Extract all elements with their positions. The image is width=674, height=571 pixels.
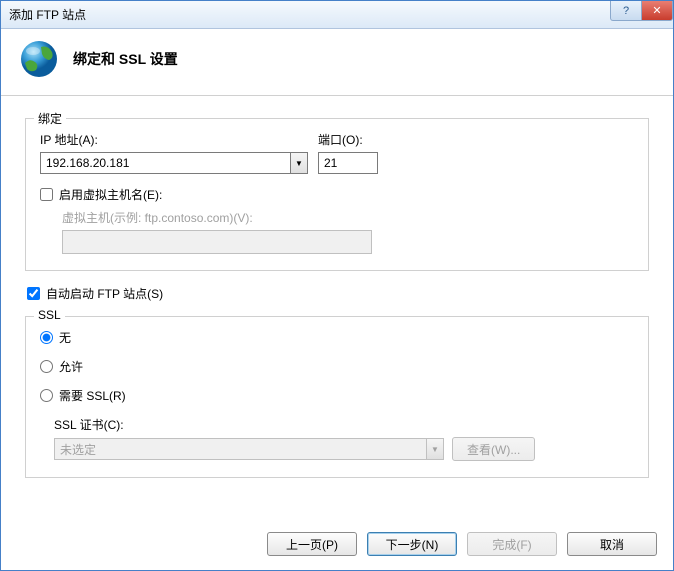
- ssl-fieldset: SSL 无 允许 需要 SSL(R) SSL 证书(C): ▼: [25, 316, 649, 478]
- vhost-label: 虚拟主机(示例: ftp.contoso.com)(V):: [62, 209, 634, 226]
- port-input[interactable]: [318, 152, 378, 174]
- help-icon: ?: [623, 5, 629, 17]
- finish-button: 完成(F): [467, 532, 557, 556]
- close-button[interactable]: ✕: [641, 1, 673, 21]
- ssl-cert-combo: ▼: [54, 438, 444, 460]
- ssl-legend: SSL: [34, 308, 65, 322]
- ip-label: IP 地址(A):: [40, 131, 308, 148]
- view-cert-button: 查看(W)...: [452, 437, 535, 461]
- chevron-down-icon[interactable]: ▼: [290, 152, 308, 174]
- globe-icon: [19, 39, 59, 79]
- ssl-allow-label: 允许: [59, 358, 83, 375]
- close-icon: ✕: [652, 4, 661, 17]
- dialog-footer: 上一页(P) 下一步(N) 完成(F) 取消: [1, 520, 673, 570]
- binding-legend: 绑定: [34, 110, 66, 127]
- binding-fieldset: 绑定 IP 地址(A): ▼ 端口(O): 启用虚拟主机名(E):: [25, 118, 649, 271]
- ip-address-input[interactable]: [40, 152, 290, 174]
- autostart-label: 自动启动 FTP 站点(S): [46, 285, 163, 302]
- ssl-cert-input: [54, 438, 426, 460]
- window-title: 添加 FTP 站点: [9, 6, 86, 23]
- ip-address-combo[interactable]: ▼: [40, 152, 308, 174]
- titlebar: 添加 FTP 站点 ? ✕: [1, 1, 673, 29]
- ssl-require-radio[interactable]: [40, 389, 53, 402]
- enable-vhost-checkbox[interactable]: [40, 188, 53, 201]
- content-area: 绑定 IP 地址(A): ▼ 端口(O): 启用虚拟主机名(E):: [1, 96, 673, 520]
- ssl-allow-radio[interactable]: [40, 360, 53, 373]
- titlebar-controls: ? ✕: [610, 1, 673, 21]
- ssl-none-radio[interactable]: [40, 331, 53, 344]
- port-label: 端口(O):: [318, 131, 388, 148]
- vhost-input: [62, 230, 372, 254]
- help-button[interactable]: ?: [610, 1, 642, 21]
- cert-label: SSL 证书(C):: [54, 416, 634, 433]
- dialog-window: 添加 FTP 站点 ? ✕ 绑定和 SSL 设置 绑定: [0, 0, 674, 571]
- ssl-require-label: 需要 SSL(R): [59, 387, 126, 404]
- dialog-header: 绑定和 SSL 设置: [1, 29, 673, 96]
- autostart-checkbox[interactable]: [27, 287, 40, 300]
- prev-button[interactable]: 上一页(P): [267, 532, 357, 556]
- enable-vhost-label: 启用虚拟主机名(E):: [59, 186, 162, 203]
- next-button[interactable]: 下一步(N): [367, 532, 457, 556]
- cancel-button[interactable]: 取消: [567, 532, 657, 556]
- chevron-down-icon: ▼: [426, 438, 444, 460]
- ssl-none-label: 无: [59, 329, 71, 346]
- page-title: 绑定和 SSL 设置: [73, 49, 178, 69]
